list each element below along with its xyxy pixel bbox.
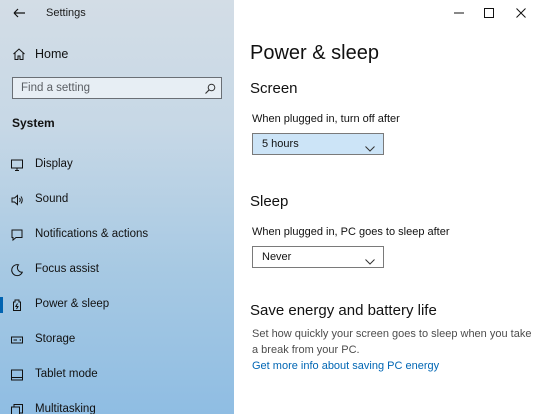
storage-icon: [10, 333, 24, 347]
app-title: Settings: [46, 7, 86, 19]
sidebar-item-label: Display: [35, 158, 73, 170]
home-icon: [12, 47, 26, 61]
dropdown-value: 5 hours: [262, 138, 299, 150]
sidebar-item-label: Focus assist: [35, 263, 99, 275]
sleep-timeout-label: When plugged in, PC goes to sleep after: [252, 226, 450, 238]
speaker-icon: [10, 193, 24, 207]
title-bar: Settings: [0, 0, 234, 28]
display-icon: [10, 158, 24, 172]
sidebar-item-label: Home: [35, 47, 69, 61]
energy-heading: Save energy and battery life: [250, 302, 437, 319]
sidebar-item-label: Power & sleep: [35, 298, 110, 310]
sidebar: Settings Home System Display Sound: [0, 0, 234, 414]
moon-icon: [10, 263, 24, 277]
chevron-down-icon: [365, 140, 375, 152]
sidebar-item-label: Tablet mode: [35, 368, 98, 380]
back-arrow-icon: [13, 8, 25, 18]
search-box: [12, 77, 222, 99]
minimize-icon: [454, 12, 464, 14]
screen-heading: Screen: [250, 80, 298, 97]
section-header-system: System: [12, 116, 55, 130]
sidebar-item-home[interactable]: Home: [0, 42, 234, 68]
selection-indicator: [0, 297, 3, 313]
chevron-down-icon: [365, 253, 375, 265]
energy-info-link[interactable]: Get more info about saving PC energy: [252, 360, 439, 372]
sidebar-item-storage[interactable]: Storage: [0, 325, 234, 355]
sidebar-item-label: Storage: [35, 333, 76, 345]
multitasking-icon: [10, 403, 24, 414]
power-icon: [10, 298, 24, 312]
screen-timeout-dropdown[interactable]: 5 hours: [252, 133, 384, 155]
screen-timeout-label: When plugged in, turn off after: [252, 113, 400, 125]
sidebar-item-display[interactable]: Display: [0, 150, 234, 180]
sidebar-item-multitasking[interactable]: Multitasking: [0, 395, 234, 414]
page-title: Power & sleep: [250, 42, 379, 64]
sleep-timeout-dropdown[interactable]: Never: [252, 246, 384, 268]
main-pane: Power & sleep Screen When plugged in, tu…: [234, 0, 540, 414]
close-icon: [516, 8, 526, 18]
minimize-button[interactable]: [444, 0, 474, 26]
maximize-button[interactable]: [474, 0, 504, 26]
search-icon[interactable]: [204, 82, 216, 94]
notification-icon: [10, 228, 24, 242]
tablet-icon: [10, 368, 24, 382]
sidebar-item-focus-assist[interactable]: Focus assist: [0, 255, 234, 285]
back-button[interactable]: [10, 4, 28, 22]
sidebar-item-label: Multitasking: [35, 403, 96, 414]
energy-description: Set how quickly your screen goes to slee…: [252, 328, 532, 356]
sidebar-item-notifications[interactable]: Notifications & actions: [0, 220, 234, 250]
dropdown-value: Never: [262, 251, 292, 263]
close-button[interactable]: [506, 0, 536, 26]
maximize-icon: [484, 8, 494, 18]
sleep-heading: Sleep: [250, 193, 289, 210]
sidebar-item-sound[interactable]: Sound: [0, 185, 234, 215]
sidebar-item-power-sleep[interactable]: Power & sleep: [0, 290, 234, 320]
sidebar-item-tablet-mode[interactable]: Tablet mode: [0, 360, 234, 390]
search-input[interactable]: [13, 78, 201, 98]
sidebar-item-label: Sound: [35, 193, 69, 205]
sidebar-item-label: Notifications & actions: [35, 228, 149, 240]
